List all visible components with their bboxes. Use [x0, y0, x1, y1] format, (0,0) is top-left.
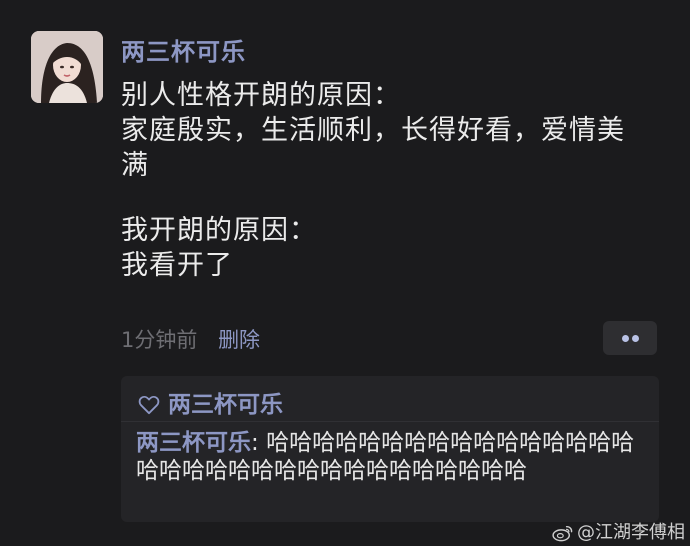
more-dots-icon	[622, 335, 629, 342]
heart-outline-icon	[138, 395, 160, 415]
post-meta: 1分钟前 删除	[121, 324, 260, 354]
post-content: 别人性格开朗的原因： 家庭殷实，生活顺利，长得好看，爱情美 满 我开朗的原因： …	[121, 78, 661, 283]
watermark-text: @江湖李傅相	[577, 522, 685, 543]
avatar[interactable]	[31, 31, 103, 103]
more-dots-icon-dot	[632, 335, 639, 342]
post-author-name[interactable]: 两三杯可乐	[121, 32, 246, 67]
liker-name[interactable]: 两三杯可乐	[168, 392, 283, 418]
more-options-button[interactable]	[603, 321, 657, 355]
post-line-1: 别人性格开朗的原因：	[121, 80, 401, 111]
comment-separator: :	[251, 430, 267, 456]
post-line-3: 满	[121, 150, 149, 181]
likes-row[interactable]: 两三杯可乐	[138, 385, 283, 419]
weibo-logo-icon	[552, 525, 573, 542]
post-timestamp: 1分钟前	[121, 328, 198, 352]
comment-author[interactable]: 两三杯可乐	[136, 430, 251, 456]
post-line-2: 家庭殷实，生活顺利，长得好看，爱情美	[121, 115, 625, 146]
post-line-6: 我看开了	[121, 250, 233, 281]
delete-button[interactable]: 删除	[218, 328, 260, 352]
avatar-photo	[31, 31, 103, 103]
watermark: @江湖李傅相	[552, 518, 685, 544]
post-line-5: 我开朗的原因：	[121, 215, 317, 246]
panel-divider	[121, 421, 659, 422]
comment[interactable]: 两三杯可乐: 哈哈哈哈哈哈哈哈哈哈哈哈哈哈哈哈哈哈哈哈哈哈哈哈哈哈哈哈哈哈哈哈哈	[136, 429, 656, 485]
post-line-blank	[121, 183, 661, 213]
